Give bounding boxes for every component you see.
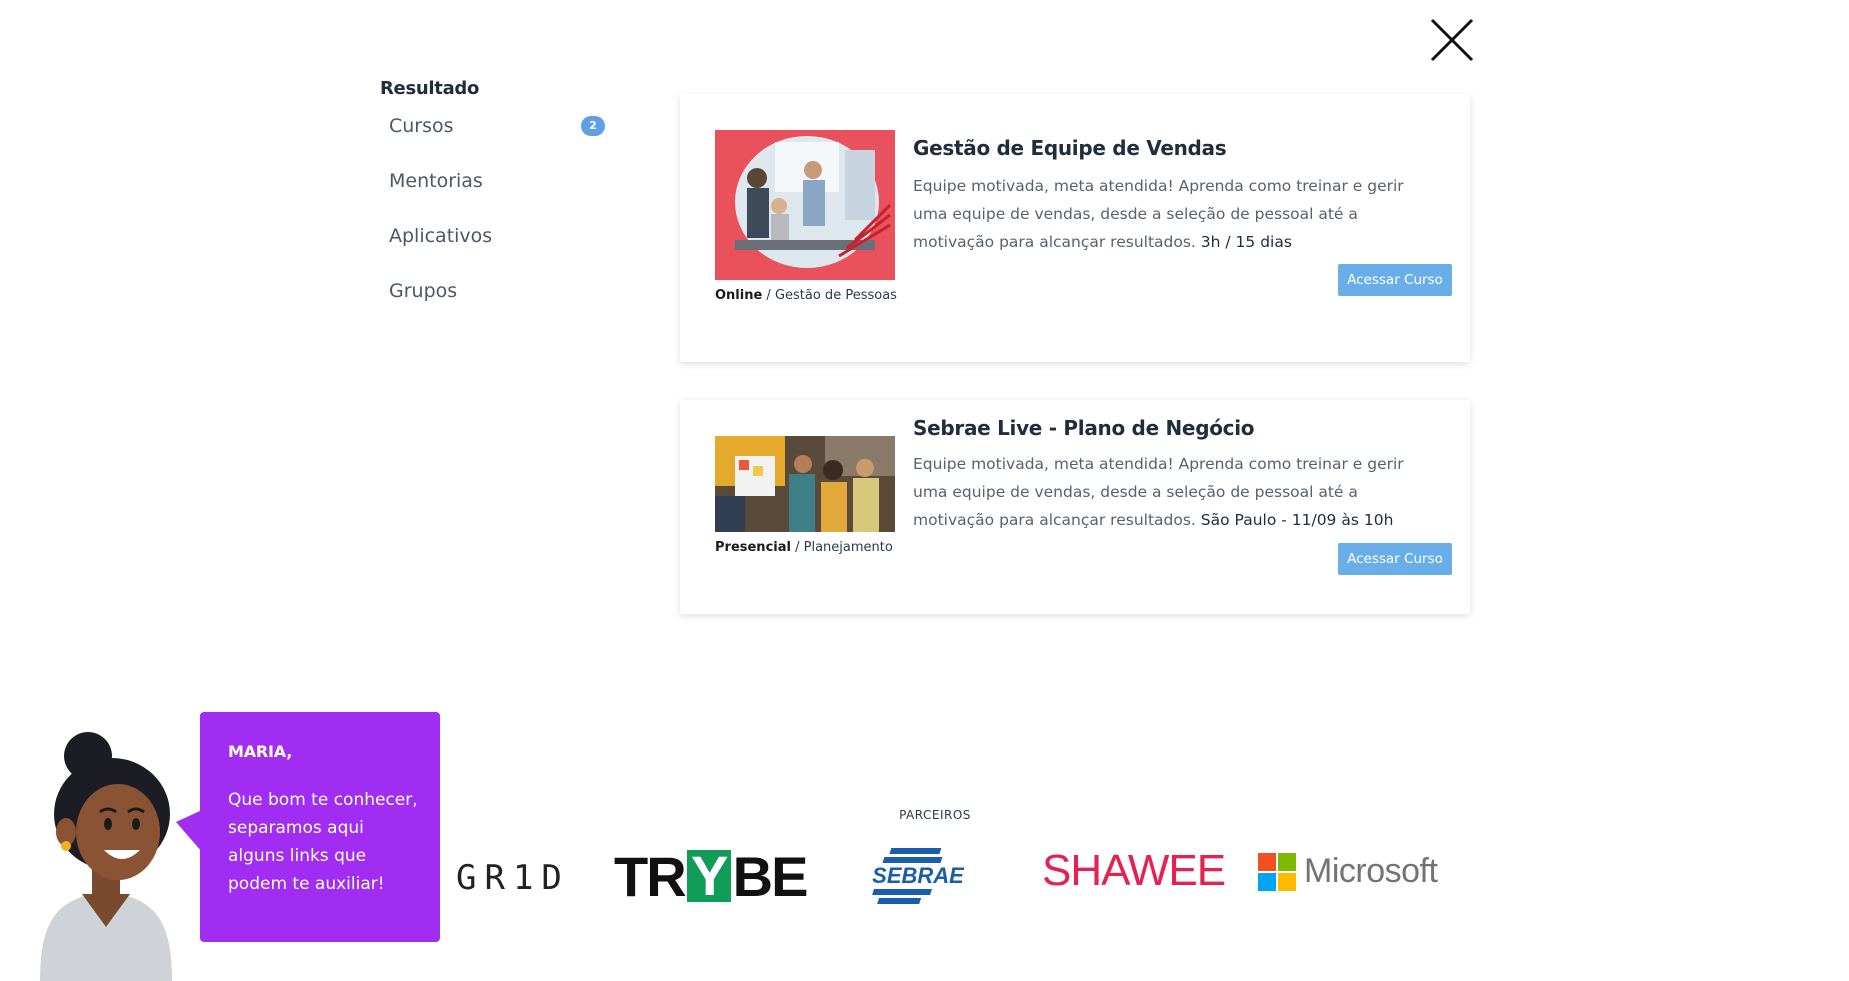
sidebar-item-label: Aplicativos — [389, 225, 493, 247]
course-card: Presencial / Planejamento Sebrae Live - … — [680, 400, 1470, 614]
assistant-name: MARIA, — [228, 742, 293, 761]
sidebar-item-label: Mentorias — [389, 170, 483, 192]
microsoft-wordmark: Microsoft — [1304, 852, 1438, 890]
microsoft-icon — [1258, 852, 1296, 891]
partner-logo-grid[interactable]: GR1D — [456, 858, 570, 898]
course-schedule: São Paulo - 11/09 às 10h — [1200, 511, 1394, 529]
sidebar-item-cursos[interactable]: Cursos 2 — [389, 99, 610, 154]
course-mode: Online — [715, 288, 763, 303]
course-thumbnail[interactable] — [715, 130, 895, 280]
assistant-avatar — [26, 722, 186, 981]
course-mode: Presencial — [715, 540, 791, 555]
sidebar-title: Resultado — [380, 78, 480, 99]
course-meta: Presencial / Planejamento — [715, 540, 893, 555]
results-sidebar: Resultado Cursos 2 Mentorias Aplicativos… — [380, 78, 610, 319]
bubble-tail — [176, 810, 202, 852]
course-thumbnail[interactable] — [715, 436, 895, 532]
course-category: / Planejamento — [790, 540, 893, 555]
access-course-button[interactable]: Acessar Curso — [1338, 264, 1452, 296]
course-meta: Online / Gestão de Pessoas — [715, 288, 897, 303]
close-icon — [1430, 18, 1474, 62]
sidebar-item-mentorias[interactable]: Mentorias — [389, 154, 610, 209]
course-card: Online / Gestão de Pessoas Gestão de Equ… — [680, 94, 1470, 362]
sidebar-item-aplicativos[interactable]: Aplicativos — [389, 209, 610, 264]
course-description: Equipe motivada, meta atendida! Aprenda … — [913, 450, 1433, 534]
course-duration: 3h / 15 dias — [1200, 233, 1292, 251]
course-title[interactable]: Sebrae Live - Plano de Negócio — [913, 416, 1255, 440]
course-description: Equipe motivada, meta atendida! Aprenda … — [913, 172, 1433, 256]
access-course-button[interactable]: Acessar Curso — [1338, 543, 1452, 575]
partner-logo-trybe[interactable]: TR Y BE — [614, 844, 809, 908]
trybe-text-right: BE — [732, 844, 809, 908]
course-category: / Gestão de Pessoas — [762, 288, 897, 303]
sidebar-item-label: Cursos — [389, 115, 454, 137]
partner-logo-sebrae[interactable]: SEBRAE — [868, 846, 968, 906]
sebrae-wordmark: SEBRAE — [872, 863, 965, 888]
sidebar-item-grupos[interactable]: Grupos — [389, 264, 610, 319]
assistant-message: Que bom te conhecer, separamos aqui algu… — [228, 790, 418, 894]
course-description-text: Equipe motivada, meta atendida! Aprenda … — [913, 177, 1404, 251]
partners-label: PARCEIROS — [899, 808, 971, 822]
course-title[interactable]: Gestão de Equipe de Vendas — [913, 136, 1227, 160]
partner-logo-shawee[interactable]: SHAWEE — [1042, 846, 1226, 896]
count-badge: 2 — [581, 116, 605, 136]
trybe-text-left: TR — [614, 844, 687, 908]
assistant-speech-bubble: MARIA, Que bom te conhecer, separamos aq… — [200, 712, 440, 942]
sidebar-item-label: Grupos — [389, 280, 458, 302]
trybe-text-y: Y — [686, 848, 731, 904]
partner-logo-microsoft[interactable]: Microsoft — [1258, 852, 1438, 891]
close-button[interactable] — [1428, 16, 1476, 64]
